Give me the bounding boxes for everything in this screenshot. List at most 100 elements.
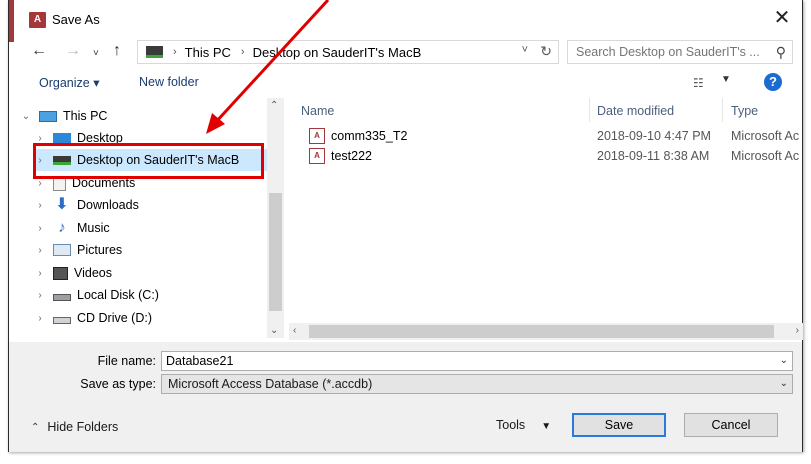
sidebar-item-label: Downloads xyxy=(77,198,139,212)
scroll-left-icon[interactable]: ‹ xyxy=(293,325,296,336)
search-input[interactable] xyxy=(576,45,776,59)
close-button[interactable]: ✕ xyxy=(772,7,792,29)
file-name: comm335_T2 xyxy=(331,129,408,143)
sidebar-item-pictures[interactable]: › Pictures xyxy=(33,239,269,261)
save-button[interactable]: Save xyxy=(572,413,666,437)
address-bar[interactable]: › This PC › Desktop on SauderIT's MacB ˅… xyxy=(137,40,559,64)
save-type-value: Microsoft Access Database (*.accdb) xyxy=(168,377,373,391)
address-dropdown-icon[interactable]: ˅ xyxy=(522,44,528,56)
chevron-down-icon: ˅ xyxy=(93,48,99,59)
sidebar-item-music[interactable]: › ♪ Music xyxy=(33,217,269,239)
file-name: test222 xyxy=(331,149,373,163)
chevron-down-icon[interactable]: ⌄ xyxy=(780,355,788,366)
chevron-down-icon[interactable]: ⌄ xyxy=(19,111,33,122)
chevron-right-icon[interactable]: › xyxy=(33,200,47,211)
local-disk-icon xyxy=(53,293,71,301)
breadcrumb-this-pc[interactable]: This PC xyxy=(185,45,231,60)
file-name-input[interactable] xyxy=(166,354,756,368)
window-title: Save As xyxy=(52,12,100,27)
file-name-label: File name: xyxy=(97,354,156,368)
sidebar-item-downloads[interactable]: › ⬇ Downloads xyxy=(33,194,269,216)
help-icon[interactable]: ? xyxy=(764,73,782,91)
file-type: Microsoft Ac xyxy=(731,129,800,143)
sidebar-item-label: Local Disk (C:) xyxy=(77,288,159,302)
column-divider[interactable] xyxy=(722,98,723,122)
title-bar: A Save As ✕ xyxy=(9,0,802,38)
sidebar-item-videos[interactable]: › Videos xyxy=(33,262,269,284)
sidebar-item-label: CD Drive (D:) xyxy=(77,311,152,325)
scroll-up-icon[interactable]: ⌃ xyxy=(270,100,278,111)
chevron-down-icon[interactable]: ⌄ xyxy=(780,378,788,389)
forward-arrow-icon: → xyxy=(65,42,81,59)
refresh-icon[interactable]: ↻ xyxy=(540,43,552,60)
scrollbar-thumb[interactable] xyxy=(269,193,282,311)
access-file-icon: A xyxy=(309,148,325,164)
hide-folders-label: Hide Folders xyxy=(47,420,119,434)
file-row[interactable]: A test222 2018-09-11 8:38 AM Microsoft A… xyxy=(289,146,803,166)
file-name-field[interactable]: ⌄ xyxy=(161,351,793,371)
hide-folders-button[interactable]: ⌃ Hide Folders xyxy=(31,420,118,434)
sidebar-item-label: Music xyxy=(77,221,110,235)
close-icon: ✕ xyxy=(773,7,791,29)
file-date: 2018-09-11 8:38 AM xyxy=(597,149,710,163)
chevron-right-icon[interactable]: › xyxy=(33,313,47,324)
scroll-down-icon[interactable]: ⌄ xyxy=(270,325,278,336)
navigation-pane: ⌄ This PC › Desktop › Desktop on SauderI… xyxy=(19,98,275,338)
organize-button[interactable]: Organize ▾ xyxy=(39,75,99,90)
toolbar: Organize ▾ New folder ☷ ▼ ? xyxy=(9,68,802,96)
chevron-right-icon[interactable]: › xyxy=(33,178,47,189)
save-type-label: Save as type: xyxy=(80,377,156,391)
sidebar-item-this-pc[interactable]: ⌄ This PC xyxy=(19,105,269,127)
dropdown-arrow-icon: ▼ xyxy=(541,421,552,432)
up-arrow-icon: ↑ xyxy=(113,42,121,59)
cd-drive-icon xyxy=(53,316,71,324)
breadcrumb-desktop-mac[interactable]: Desktop on SauderIT's MacB xyxy=(253,45,422,60)
column-header-type[interactable]: Type xyxy=(731,100,758,122)
chevron-right-icon[interactable]: › xyxy=(33,133,47,144)
downloads-icon: ⬇ xyxy=(55,196,69,213)
forward-button[interactable]: → xyxy=(65,42,81,60)
view-dropdown-icon[interactable]: ▼ xyxy=(721,74,731,85)
chevron-right-icon[interactable]: › xyxy=(33,290,47,301)
music-icon: ♪ xyxy=(58,219,66,236)
search-box[interactable]: ⚲ xyxy=(567,40,793,64)
access-app-icon: A xyxy=(29,12,46,28)
scroll-right-icon[interactable]: › xyxy=(796,325,799,336)
sidebar-item-label: Pictures xyxy=(77,243,123,257)
access-file-icon: A xyxy=(309,128,325,144)
breadcrumb-separator-icon: › xyxy=(173,46,177,58)
network-drive-icon xyxy=(146,46,163,58)
pc-icon xyxy=(39,110,57,122)
highlight-box xyxy=(33,143,264,179)
column-divider[interactable] xyxy=(589,98,590,122)
file-type: Microsoft Ac xyxy=(731,149,800,163)
column-header-name[interactable]: Name xyxy=(301,100,334,122)
chevron-up-icon: ⌃ xyxy=(31,421,40,433)
pictures-icon xyxy=(53,244,71,256)
cancel-button[interactable]: Cancel xyxy=(684,413,778,437)
breadcrumb-separator-icon: › xyxy=(240,46,245,58)
view-options-icon[interactable]: ☷ xyxy=(693,76,709,90)
navigation-pane-scrollbar[interactable]: ⌃ ⌄ xyxy=(267,98,284,338)
chevron-right-icon[interactable]: › xyxy=(33,223,47,234)
search-icon[interactable]: ⚲ xyxy=(776,44,786,61)
new-folder-button[interactable]: New folder xyxy=(139,75,199,89)
sort-ascending-icon: ⌃ xyxy=(439,98,448,105)
sidebar-item-label: Videos xyxy=(74,266,112,280)
back-button[interactable]: ← xyxy=(31,42,47,60)
tools-button[interactable]: Tools ▼ xyxy=(496,418,551,432)
file-list-scrollbar[interactable]: ‹ › xyxy=(289,323,803,340)
sidebar-item-cd-drive[interactable]: › CD Drive (D:) xyxy=(33,307,269,329)
tools-label: Tools xyxy=(496,418,526,432)
up-button[interactable]: ↑ xyxy=(113,42,121,60)
sidebar-item-local-disk[interactable]: › Local Disk (C:) xyxy=(33,284,269,306)
chevron-right-icon[interactable]: › xyxy=(33,245,47,256)
sidebar-item-label: This PC xyxy=(63,109,108,123)
recent-locations-button[interactable]: ˅ xyxy=(93,45,99,63)
file-list: ⌃ Name Date modified Type A comm335_T2 2… xyxy=(289,98,803,338)
column-header-date-modified[interactable]: Date modified xyxy=(597,100,674,122)
file-row[interactable]: A comm335_T2 2018-09-10 4:47 PM Microsof… xyxy=(289,126,803,146)
save-type-select[interactable]: Microsoft Access Database (*.accdb) ⌄ xyxy=(161,374,793,394)
scrollbar-thumb[interactable] xyxy=(309,325,774,338)
chevron-right-icon[interactable]: › xyxy=(33,268,47,279)
